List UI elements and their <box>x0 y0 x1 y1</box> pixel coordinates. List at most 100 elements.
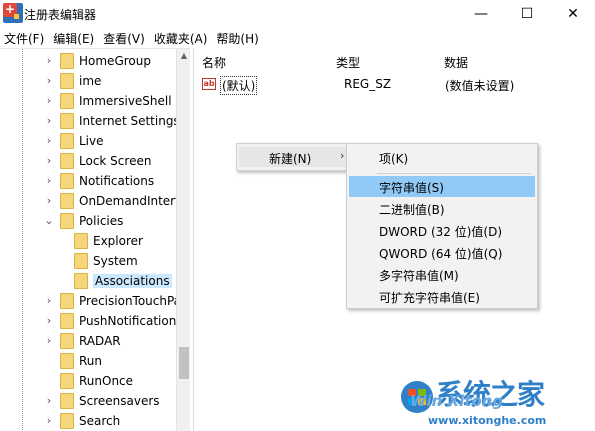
tree-item[interactable]: Associations <box>0 271 176 291</box>
expand-chevron-icon[interactable]: › <box>44 395 54 406</box>
folder-icon <box>60 173 74 189</box>
tree-item-label: Explorer <box>93 234 143 248</box>
expand-chevron-icon <box>44 376 54 386</box>
folder-icon <box>60 73 74 89</box>
tree-item[interactable]: › Live <box>0 131 176 151</box>
submenu-item-dword-value[interactable]: DWORD (32 位)值(D) <box>349 220 535 241</box>
scroll-thumb[interactable] <box>179 347 189 379</box>
menu-bar: 文件(F) 编辑(E) 查看(V) 收藏夹(A) 帮助(H) <box>0 28 595 48</box>
tree-item[interactable]: › Notifications <box>0 171 176 191</box>
folder-icon <box>60 133 74 149</box>
submenu-item-label: 可扩充字符串值(E) <box>379 291 480 305</box>
close-button[interactable]: ✕ <box>550 0 595 28</box>
tree-item-label: HomeGroup <box>79 54 151 68</box>
tree-scrollbar[interactable]: ▲ <box>176 49 190 431</box>
tree-item-label: Screensavers <box>79 394 160 408</box>
column-header-type[interactable]: 类型 <box>336 54 360 71</box>
tree-item-label: PrecisionTouchPac <box>79 294 176 308</box>
tree-item[interactable]: › PushNotifications <box>0 311 176 331</box>
expand-chevron-icon[interactable]: › <box>44 415 54 426</box>
tree-item[interactable]: Explorer <box>0 231 176 251</box>
value-row[interactable]: ab (默认) REG_SZ (数值未设置) <box>200 74 590 95</box>
tree-item[interactable]: ⌄ Policies <box>0 211 176 231</box>
value-type: REG_SZ <box>344 77 392 91</box>
menu-help[interactable]: 帮助(H) <box>216 30 258 47</box>
submenu-item-binary-value[interactable]: 二进制值(B) <box>349 198 535 219</box>
submenu-arrow-icon: › <box>340 149 345 162</box>
tree-item-label: System <box>93 254 138 268</box>
title-bar: + 注册表编辑器 — ☐ ✕ <box>0 0 595 28</box>
expand-chevron-icon[interactable]: › <box>44 95 54 106</box>
expand-chevron-icon <box>58 256 68 266</box>
minimize-icon: — <box>474 6 488 22</box>
expand-chevron-icon[interactable]: › <box>44 295 54 306</box>
folder-icon <box>74 273 88 289</box>
tree-item-label: Associations <box>93 274 172 288</box>
tree-item[interactable]: System <box>0 251 176 271</box>
folder-icon <box>60 333 74 349</box>
expand-chevron-icon[interactable]: › <box>44 335 54 346</box>
tree-item-label: RunOnce <box>79 374 134 388</box>
folder-icon <box>60 113 74 129</box>
submenu-item-key[interactable]: 项(K) <box>349 147 535 168</box>
submenu-item-label: 项(K) <box>379 152 409 166</box>
tree-item-label: OnDemandInterfac <box>79 194 176 208</box>
submenu-item-qword-value[interactable]: QWORD (64 位)值(Q) <box>349 242 535 263</box>
expand-chevron-icon[interactable]: › <box>44 195 54 206</box>
plus-badge-icon: + <box>3 2 17 17</box>
window-title: 注册表编辑器 <box>24 8 97 22</box>
tree-item[interactable]: RunOnce <box>0 371 176 391</box>
menu-favorites[interactable]: 收藏夹(A) <box>154 30 208 47</box>
folder-icon <box>60 413 74 429</box>
expand-chevron-icon[interactable]: › <box>44 55 54 66</box>
context-menu-new-label: 新建(N) <box>269 152 312 166</box>
scroll-up-icon[interactable]: ▲ <box>177 49 190 63</box>
tree-item-label: RADAR <box>79 334 121 348</box>
expand-chevron-icon[interactable]: › <box>44 135 54 146</box>
folder-icon <box>60 153 74 169</box>
folder-icon <box>74 253 88 269</box>
registry-tree: › HomeGroup › ime › ImmersiveShell › Internet S… <box>0 48 190 431</box>
submenu-item-expandable-string-value[interactable]: 可扩充字符串值(E) <box>349 286 535 307</box>
submenu-item-multi-string-value[interactable]: 多字符串值(M) <box>349 264 535 285</box>
menu-edit[interactable]: 编辑(E) <box>53 30 94 47</box>
tree-item[interactable]: › OnDemandInterfac <box>0 191 176 211</box>
watermark-brand-latin: Win Xitong <box>410 392 504 410</box>
tree-item[interactable]: › Screensavers <box>0 391 176 411</box>
expand-chevron-icon[interactable]: › <box>44 155 54 166</box>
menu-view[interactable]: 查看(V) <box>103 30 145 47</box>
expand-chevron-icon[interactable]: › <box>44 175 54 186</box>
tree-item[interactable]: Run <box>0 351 176 371</box>
tree-item[interactable]: › Search <box>0 411 176 431</box>
tree-item[interactable]: › ImmersiveShell <box>0 91 176 111</box>
folder-icon <box>74 233 88 249</box>
maximize-button[interactable]: ☐ <box>504 0 550 28</box>
tree-item[interactable]: › Lock Screen <box>0 151 176 171</box>
context-menu-new[interactable]: 新建(N) › <box>239 147 351 167</box>
tree-item[interactable]: › PrecisionTouchPac <box>0 291 176 311</box>
watermark-url: www.xitonghe.com <box>428 414 547 427</box>
tree-item[interactable]: › HomeGroup <box>0 51 176 71</box>
collapse-chevron-icon[interactable]: ⌄ <box>44 215 54 226</box>
expand-chevron-icon <box>58 276 68 286</box>
submenu-item-string-value[interactable]: 字符串值(S) <box>349 176 535 197</box>
folder-icon <box>60 373 74 389</box>
submenu-item-label: 字符串值(S) <box>379 181 444 195</box>
expand-chevron-icon[interactable]: › <box>44 315 54 326</box>
expand-chevron-icon[interactable]: › <box>44 115 54 126</box>
tree-item-label: Lock Screen <box>79 154 152 168</box>
expand-chevron-icon <box>58 236 68 246</box>
tree-item-label: ime <box>79 74 102 88</box>
minimize-button[interactable]: — <box>458 0 504 28</box>
tree-item[interactable]: › RADAR <box>0 331 176 351</box>
submenu-item-label: 多字符串值(M) <box>379 269 459 283</box>
tree-item-label: Notifications <box>79 174 155 188</box>
tree-item[interactable]: › ime <box>0 71 176 91</box>
new-submenu: 项(K) 字符串值(S) 二进制值(B) DWORD (32 位)值(D) QW… <box>346 143 538 309</box>
tree-item[interactable]: › Internet Settings <box>0 111 176 131</box>
tree-item-label: Internet Settings <box>79 114 176 128</box>
column-header-data[interactable]: 数据 <box>444 54 468 71</box>
menu-file[interactable]: 文件(F) <box>4 30 44 47</box>
column-header-name[interactable]: 名称 <box>202 54 226 71</box>
expand-chevron-icon[interactable]: › <box>44 75 54 86</box>
